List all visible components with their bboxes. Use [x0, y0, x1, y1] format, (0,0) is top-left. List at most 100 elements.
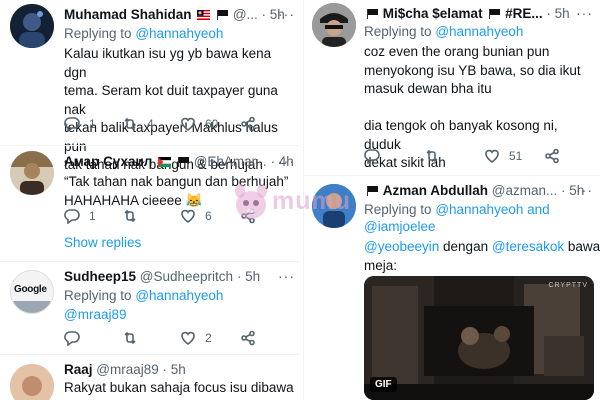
reply-icon [64, 331, 80, 346]
author-handle[interactable]: @azman... [492, 183, 557, 198]
author-handle[interactable]: @Sudheepritch [140, 269, 233, 284]
retweet-button[interactable] [122, 208, 180, 224]
tweet-text-line: coz even the orang bunian pun [364, 44, 550, 59]
author-name[interactable]: Raaj [64, 362, 93, 377]
tweet-text-line: masuk dewan bha itu [364, 81, 492, 96]
tweet-text-word: dengan [443, 239, 489, 254]
tweet-actions: 51 [364, 148, 560, 164]
heart-icon [181, 209, 195, 223]
tweet-time[interactable]: 5h [245, 269, 260, 284]
author-handle[interactable]: @mraaj89 [96, 362, 158, 377]
author-line: Mi$cha $elamat #RE... · 5h [364, 5, 570, 23]
tweet-text: @yeobeeyin dengan @teresakok bawah meja: [364, 238, 600, 275]
retweet-icon [124, 117, 136, 131]
author-line: Muhamad Shahidan @... · 5h [64, 7, 285, 22]
reply-button[interactable] [64, 330, 122, 346]
tweet-text-blank-line [364, 99, 594, 118]
like-button[interactable]: 60 [180, 116, 240, 132]
reply-icon [64, 117, 80, 132]
more-options-icon[interactable]: ··· [576, 182, 593, 198]
reply-button[interactable]: 1 [64, 116, 122, 132]
tweet-text-word: bawah [567, 239, 600, 254]
gif-media[interactable]: CRYPTTV GIF [364, 276, 594, 400]
tweet-actions: 1 6 [64, 208, 256, 224]
reply-icon [64, 209, 80, 224]
tweet-text-line: Kalau ikutkan isu yg yb bawa kena dgn [64, 46, 272, 80]
author-line: Raaj @mraaj89 · 5h [64, 362, 186, 377]
author-name[interactable]: Mi$cha $elamat [383, 6, 483, 21]
avatar[interactable] [10, 4, 54, 48]
avatar[interactable] [10, 364, 54, 400]
watermark-text: mumu [272, 187, 351, 215]
author-name[interactable]: Azman Abdullah [383, 183, 488, 198]
more-options-icon[interactable]: ··· [278, 268, 295, 284]
tweet-text-line: tema. Seram kot duit taxpayer guna nak [64, 83, 278, 117]
author-name[interactable]: Sudheep15 [64, 269, 136, 284]
like-count: 2 [205, 331, 212, 345]
tweet-text: @mraaj89 [64, 306, 126, 325]
tweet-time[interactable]: 5h [171, 362, 186, 377]
replying-to-line: Replying to @hannahyeoh [64, 25, 223, 43]
tweet-card[interactable]: Google Sudheep15 @Sudheepritch · 5h ··· … [0, 262, 300, 354]
reply-mention-link[interactable]: @iamjoelee [364, 219, 436, 234]
author-name[interactable]: Амар Сухаил [64, 154, 152, 169]
author-name[interactable]: Muhamad Shahidan [64, 7, 192, 22]
reply-mention-link[interactable]: @hannahyeoh [135, 288, 223, 303]
author-handle[interactable]: @EhAmar... [194, 154, 267, 169]
reply-count: 1 [89, 209, 96, 223]
share-button[interactable] [544, 148, 560, 164]
author-name-suffix[interactable]: #RE... [505, 6, 543, 21]
retweet-button[interactable] [122, 330, 180, 346]
mention-link[interactable]: @teresakok [492, 239, 564, 254]
tweet-actions: 1 4 60 [64, 116, 256, 132]
more-options-icon[interactable]: ··· [278, 153, 295, 169]
mention-link[interactable]: @mraaj89 [64, 307, 126, 322]
gif-still-image [364, 276, 594, 400]
more-options-icon[interactable]: ··· [278, 6, 295, 22]
retweet-button[interactable]: 4 [122, 116, 180, 132]
like-button[interactable]: 6 [180, 208, 240, 224]
like-button[interactable]: 2 [180, 330, 240, 346]
reply-mention-link[interactable]: @hannahyeoh [435, 202, 523, 217]
tweet-card[interactable]: Mi$cha $elamat #RE... · 5h ··· Replying … [304, 0, 600, 175]
reply-and-text: and [527, 202, 550, 217]
author-line: Azman Abdullah @azman... · 5h [364, 182, 584, 200]
more-options-icon[interactable]: ··· [576, 5, 593, 21]
avatar[interactable] [10, 151, 54, 195]
avatar[interactable]: Google [10, 270, 54, 314]
watermark-logo: mumu [232, 183, 362, 223]
retweet-icon [124, 209, 136, 223]
replying-to-line: Replying to @hannahyeoh [364, 23, 523, 41]
reply-button[interactable] [364, 148, 424, 164]
replying-prefix: Replying to [64, 288, 132, 303]
retweet-button[interactable] [424, 148, 484, 164]
tweet-card[interactable]: Raaj @mraaj89 · 5h Rakyat bukan sahaja f… [0, 355, 300, 400]
reply-button[interactable]: 1 [64, 208, 122, 224]
avatar[interactable] [312, 3, 356, 47]
share-button[interactable] [240, 116, 256, 132]
black-flag-icon [177, 157, 189, 167]
reply-mention-link[interactable]: @hannahyeoh [435, 24, 523, 39]
replying-prefix: Replying to [64, 26, 132, 41]
mention-link[interactable]: @yeobeeyin [364, 239, 439, 254]
retweet-icon [426, 149, 438, 163]
replying-to-line-2: @iamjoelee [364, 218, 436, 236]
tweet-card[interactable]: Muhamad Shahidan @... · 5h ··· Replying … [0, 0, 300, 172]
show-replies-link[interactable]: Show replies [64, 235, 141, 250]
gif-badge: GIF [370, 377, 397, 392]
tweet-text: Rakyat bukan sahaja focus isu dibawa [64, 379, 296, 398]
share-icon [241, 116, 255, 132]
black-flag-icon [489, 9, 501, 19]
heart-icon [485, 149, 499, 163]
avatar-google-text: Google [14, 284, 47, 295]
replying-prefix: Replying to [364, 24, 432, 39]
tweet-time[interactable]: 5h [555, 6, 570, 21]
reply-mention-link[interactable]: @hannahyeoh [135, 26, 223, 41]
retweet-icon [124, 331, 136, 345]
author-handle[interactable]: @... [233, 7, 258, 22]
share-icon [241, 330, 255, 346]
tweet-text-line: menyokong isu YB bawa, so dia ikut [364, 62, 581, 78]
like-button[interactable]: 51 [484, 148, 544, 164]
share-button[interactable] [240, 330, 256, 346]
like-count: 51 [509, 149, 523, 163]
